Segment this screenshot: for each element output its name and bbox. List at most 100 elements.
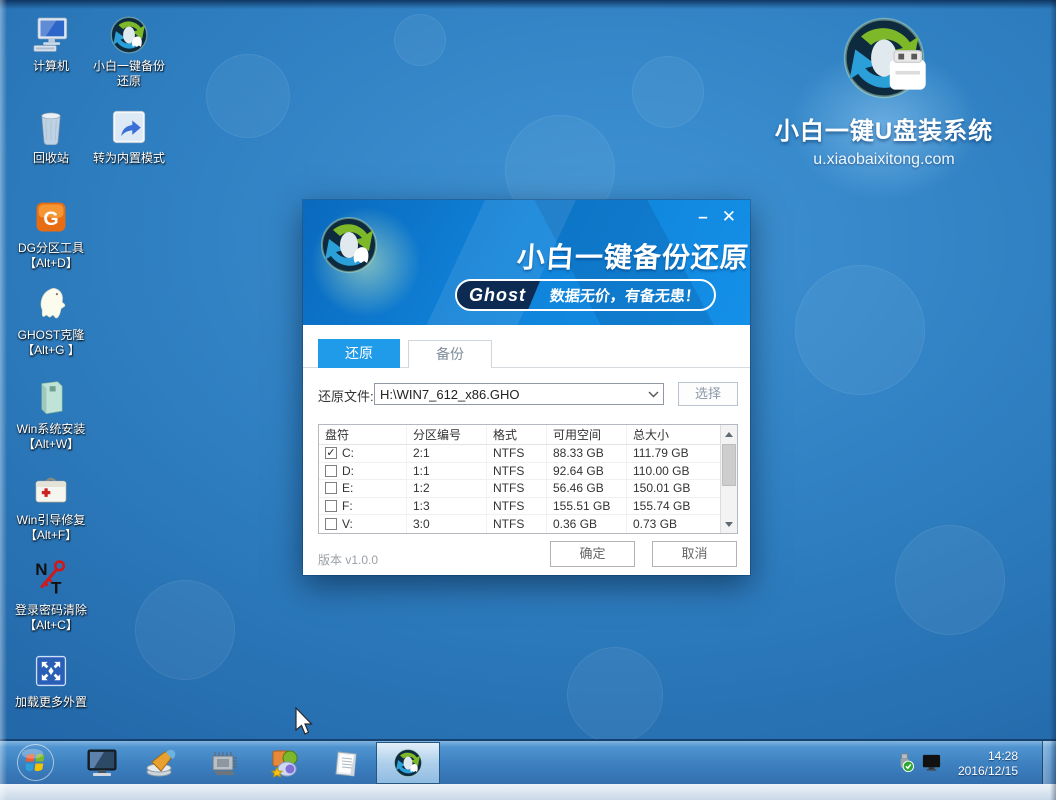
desktop-icon-label: 回收站 bbox=[9, 151, 93, 166]
tray-clock[interactable]: 14:28 2016/12/15 bbox=[948, 747, 1018, 779]
drive-label: C: bbox=[342, 446, 354, 460]
header-format: 格式 bbox=[487, 425, 547, 444]
format-cell: NTFS bbox=[487, 515, 547, 533]
ghost-brand-label: Ghost bbox=[457, 281, 540, 309]
table-scrollbar[interactable] bbox=[720, 425, 737, 533]
desktop-icon-label: GHOST克隆【Alt+G 】 bbox=[9, 328, 93, 358]
restore-file-label: 还原文件: bbox=[318, 386, 374, 405]
partition-cell: 1:3 bbox=[407, 498, 487, 515]
tab-restore[interactable]: 还原 bbox=[318, 339, 400, 368]
format-cell: NTFS bbox=[487, 498, 547, 515]
table-row[interactable]: V: 3:0 NTFS 0.36 GB 0.73 GB bbox=[319, 515, 720, 533]
table-row[interactable]: F: 1:3 NTFS 155.51 GB 155.74 GB bbox=[319, 498, 720, 516]
drive-label: E: bbox=[342, 481, 353, 495]
cancel-button[interactable]: 取消 bbox=[652, 541, 737, 567]
show-desktop-button[interactable] bbox=[1042, 741, 1056, 784]
taskbar-item-display[interactable] bbox=[85, 746, 119, 780]
partition-cell: 1:2 bbox=[407, 480, 487, 497]
chevron-down-icon[interactable] bbox=[643, 384, 663, 404]
desktop-icon-computer[interactable]: 计算机 bbox=[9, 14, 93, 74]
clock-time: 14:28 bbox=[948, 749, 1018, 764]
dialog-banner: 小白一键备份还原 Ghost 数据无价，有备无患！ – ✕ bbox=[303, 200, 750, 325]
taskbar-item-memory[interactable] bbox=[206, 746, 240, 780]
taskbar-item-notepad[interactable] bbox=[330, 746, 364, 780]
table-row[interactable]: D: 1:1 NTFS 92.64 GB 110.00 GB bbox=[319, 463, 720, 481]
desktop-icon-backup-restore[interactable]: 小白一键备份还原 bbox=[87, 14, 171, 89]
ghost-icon bbox=[30, 283, 72, 325]
scrollbar-down-button[interactable] bbox=[721, 516, 737, 532]
partition-cell: 2:1 bbox=[407, 445, 487, 462]
nt-key-icon bbox=[30, 558, 72, 600]
bokeh-circle bbox=[567, 647, 663, 743]
close-button[interactable]: ✕ bbox=[722, 206, 736, 228]
first-aid-kit-icon bbox=[30, 468, 72, 510]
computer-icon bbox=[30, 14, 72, 56]
scrollbar-up-button[interactable] bbox=[721, 426, 737, 442]
checkbox[interactable] bbox=[325, 482, 337, 494]
windows-logo-icon bbox=[16, 743, 55, 782]
taskbar-item-media-tools[interactable] bbox=[268, 746, 302, 780]
partition-table: 盘符 分区编号 格式 可用空间 总大小 ✓C: 2:1 NTFS 88.33 G… bbox=[318, 424, 738, 534]
combobox-value: H:\WIN7_612_x86.GHO bbox=[375, 387, 643, 402]
triangle-up-icon bbox=[725, 432, 733, 437]
bokeh-circle bbox=[895, 525, 1005, 635]
shortcut-arrow-icon bbox=[108, 106, 150, 148]
taskbar: 14:28 2016/12/15 bbox=[0, 739, 1056, 784]
desktop-brand: 小白一键U盘装系统 u.xiaobaixitong.com bbox=[744, 12, 1024, 169]
table-row[interactable]: E: 1:2 NTFS 56.46 GB 150.01 GB bbox=[319, 480, 720, 498]
desktop-icon-load-more[interactable]: 加载更多外置 bbox=[9, 650, 93, 710]
desktop-icon-label: Win引导修复【Alt+F】 bbox=[9, 513, 93, 543]
taskbar-item-disk-cleanup[interactable] bbox=[144, 746, 178, 780]
system-tray: 14:28 2016/12/15 bbox=[894, 741, 1018, 784]
minimize-button[interactable]: – bbox=[698, 206, 707, 228]
memory-chip-icon bbox=[206, 746, 240, 780]
total-cell: 0.73 GB bbox=[627, 515, 720, 533]
disk-cleanup-icon bbox=[144, 746, 178, 780]
select-file-button[interactable]: 选择 bbox=[678, 382, 738, 406]
restore-file-combobox[interactable]: H:\WIN7_612_x86.GHO bbox=[374, 383, 664, 405]
drive-label: V: bbox=[342, 517, 353, 531]
free-cell: 0.36 GB bbox=[547, 515, 627, 533]
mouse-cursor bbox=[293, 707, 313, 737]
setup-book-icon bbox=[30, 377, 72, 419]
tab-backup[interactable]: 备份 bbox=[408, 340, 492, 368]
format-cell: NTFS bbox=[487, 445, 547, 462]
dialog-logo bbox=[317, 213, 415, 311]
bokeh-circle bbox=[206, 54, 290, 138]
tab-strip: 还原 备份 bbox=[303, 325, 750, 368]
table-header-row: 盘符 分区编号 格式 可用空间 总大小 bbox=[319, 425, 720, 445]
restore-file-row: 还原文件: H:\WIN7_612_x86.GHO 选择 bbox=[303, 381, 750, 407]
usb-safely-remove-icon[interactable] bbox=[894, 752, 915, 773]
desktop-icon-diskgenius[interactable]: DG分区工具【Alt+D】 bbox=[9, 196, 93, 271]
checkbox[interactable]: ✓ bbox=[325, 447, 337, 459]
desktop-icon-recycle-bin[interactable]: 回收站 bbox=[9, 106, 93, 166]
load-more-icon bbox=[30, 650, 72, 692]
desktop-icon-ghost-clone[interactable]: GHOST克隆【Alt+G 】 bbox=[9, 283, 93, 358]
partition-cell: 3:0 bbox=[407, 515, 487, 533]
taskbar-item-active-app[interactable] bbox=[376, 742, 440, 784]
sync-logo-icon bbox=[317, 213, 415, 311]
checkbox[interactable] bbox=[325, 465, 337, 477]
desktop-icon-win-install[interactable]: Win系统安装【Alt+W】 bbox=[9, 377, 93, 452]
partition-cell: 1:1 bbox=[407, 463, 487, 480]
start-button[interactable] bbox=[16, 743, 55, 782]
table-row[interactable]: ✓C: 2:1 NTFS 88.33 GB 111.79 GB bbox=[319, 445, 720, 463]
desktop-icon-label: 转为内置模式 bbox=[87, 151, 171, 166]
checkbox[interactable] bbox=[325, 500, 337, 512]
desktop-icon-boot-repair[interactable]: Win引导修复【Alt+F】 bbox=[9, 468, 93, 543]
scrollbar-thumb[interactable] bbox=[722, 444, 736, 486]
total-cell: 111.79 GB bbox=[627, 445, 720, 462]
header-drive: 盘符 bbox=[319, 425, 407, 444]
display-settings-icon[interactable] bbox=[921, 752, 942, 773]
desktop-icon-internal-mode[interactable]: 转为内置模式 bbox=[87, 106, 171, 166]
header-partition: 分区编号 bbox=[407, 425, 487, 444]
checkbox[interactable] bbox=[325, 518, 337, 530]
desktop-icon-password-clear[interactable]: 登录密码清除【Alt+C】 bbox=[9, 558, 93, 633]
desktop-icon-label: 小白一键备份还原 bbox=[87, 59, 171, 89]
clock-date: 2016/12/15 bbox=[948, 764, 1018, 779]
bokeh-circle bbox=[632, 56, 704, 128]
ok-button[interactable]: 确定 bbox=[550, 541, 635, 567]
brand-url: u.xiaobaixitong.com bbox=[744, 151, 1024, 169]
total-cell: 150.01 GB bbox=[627, 480, 720, 497]
drive-label: F: bbox=[342, 499, 353, 513]
